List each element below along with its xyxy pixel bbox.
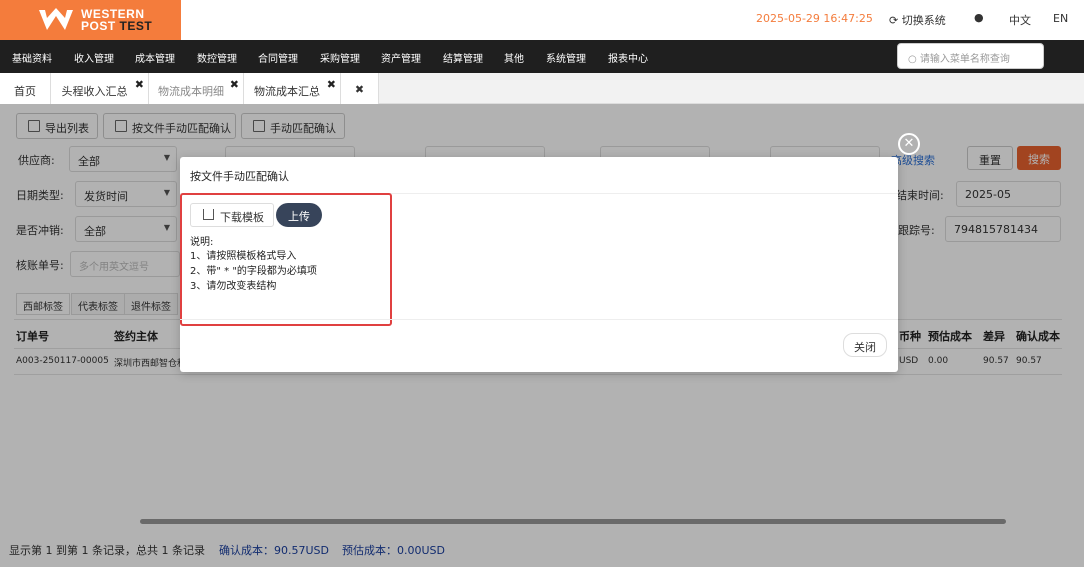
close-icon[interactable]: ✖ <box>327 78 336 91</box>
tab-home[interactable]: 首页 <box>0 73 51 104</box>
download-template-button[interactable]: 下载模板 <box>190 203 274 227</box>
menu-item[interactable]: 报表中心 <box>608 50 648 65</box>
close-button[interactable]: 关闭 <box>843 333 887 357</box>
tab-income-summary[interactable]: 头程收入汇总 ✖ <box>51 73 149 104</box>
top-bar: WESTERN POST TEST 2025-05-29 16:47:25 ⟳ … <box>0 0 1084 40</box>
download-icon <box>203 209 214 220</box>
logo-mark-icon <box>39 8 73 30</box>
menu-item[interactable]: 数控管理 <box>197 50 237 65</box>
menu-item[interactable]: 合同管理 <box>258 50 298 65</box>
menu-item[interactable]: 成本管理 <box>135 50 175 65</box>
user-icon[interactable]: ● <box>974 11 984 24</box>
menu-search-input[interactable]: ○ 请输入菜单名称查询 <box>897 43 1044 69</box>
search-icon: ○ <box>908 54 917 65</box>
dialog-title: 按文件手动匹配确认 <box>190 170 289 183</box>
menu-item[interactable]: 采购管理 <box>320 50 360 65</box>
menu-item[interactable]: 系统管理 <box>546 50 586 65</box>
note-line: 3、请勿改变表结构 <box>190 281 277 292</box>
tab-logistics-detail[interactable]: 物流成本明细 ✖ <box>149 73 244 104</box>
note-heading: 说明: <box>190 237 214 248</box>
brand-line2: POST TEST <box>81 19 153 33</box>
close-icon[interactable]: ✖ <box>230 78 239 91</box>
close-icon: ✖ <box>354 83 365 96</box>
page-tabs: 首页 头程收入汇总 ✖ 物流成本明细 ✖ 物流成本汇总 ✖ ✖ <box>0 73 1084 104</box>
menu-item[interactable]: 结算管理 <box>443 50 483 65</box>
clock: 2025-05-29 16:47:25 <box>756 12 873 25</box>
close-all-tabs-button[interactable]: ✖ <box>341 73 379 104</box>
menu-item[interactable]: 其他 <box>504 50 524 65</box>
switch-system-button[interactable]: ⟳ 切换系统 <box>889 12 946 28</box>
menu-item[interactable]: 资产管理 <box>381 50 421 65</box>
menu-item[interactable]: 基础资料 <box>12 50 52 65</box>
lang-en-button[interactable]: EN <box>1053 12 1068 25</box>
lang-zh-button[interactable]: 中文 <box>1009 12 1031 28</box>
note-line: 2、带" * "的字段都为必填项 <box>190 266 317 277</box>
refresh-icon: ⟳ <box>889 14 899 27</box>
menu-item[interactable]: 收入管理 <box>74 50 114 65</box>
divider <box>180 319 898 320</box>
file-match-dialog: 按文件手动匹配确认 下载模板 上传 说明: 1、请按照模板格式导入 2、带" *… <box>180 157 898 372</box>
upload-button[interactable]: 上传 <box>276 203 322 227</box>
note-line: 1、请按照模板格式导入 <box>190 251 297 262</box>
brand-logo: WESTERN POST TEST <box>0 0 181 40</box>
close-icon[interactable]: ✖ <box>135 78 144 91</box>
close-icon[interactable]: ✕ <box>898 133 920 155</box>
tab-logistics-summary[interactable]: 物流成本汇总 ✖ <box>244 73 341 104</box>
